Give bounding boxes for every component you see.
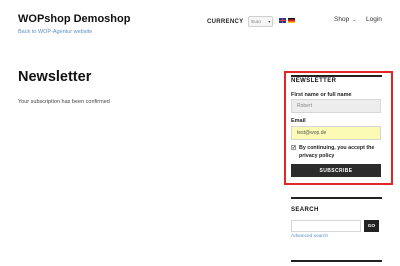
consent-checkbox[interactable]: ✔ xyxy=(291,145,296,150)
newsletter-widget-title: NEWSLETTER xyxy=(291,78,337,84)
chevron-down-icon: ▾ xyxy=(268,19,271,24)
search-widget-title: SEARCH xyxy=(291,207,319,213)
currency-select[interactable]: Euro ▾ xyxy=(248,16,274,27)
widget-divider xyxy=(291,197,382,199)
currency-switcher: CURRENCY Euro ▾ xyxy=(207,16,274,27)
widget-divider xyxy=(291,75,382,77)
subscribe-button[interactable]: SUBSCRIBE xyxy=(291,164,381,177)
en-flag-icon[interactable] xyxy=(279,18,286,23)
back-to-agency-link[interactable]: Back to WOP-Agentur website xyxy=(18,29,92,35)
currency-label: CURRENCY xyxy=(207,18,244,25)
email-field-label: Email xyxy=(291,118,306,124)
nav-shop[interactable]: Shop ⌄ xyxy=(334,16,356,23)
currency-value: Euro xyxy=(251,19,261,24)
confirmation-message: Your subscription has been confirmed xyxy=(18,99,110,105)
advanced-search-link[interactable]: Advanced search xyxy=(291,234,328,239)
name-field-label: First name or full name xyxy=(291,92,352,98)
page-title: Newsletter xyxy=(18,69,92,85)
search-go-button[interactable]: GO xyxy=(364,220,379,232)
nav-login[interactable]: Login xyxy=(366,16,382,23)
chevron-down-icon: ⌄ xyxy=(352,16,357,23)
nav-shop-label: Shop xyxy=(334,16,350,23)
email-field[interactable]: test@wop.de xyxy=(291,126,381,140)
consent-label: By continuing, you accept the privacy po… xyxy=(299,145,375,159)
name-field[interactable]: Robert xyxy=(291,99,381,113)
search-input[interactable] xyxy=(291,220,361,232)
de-flag-icon[interactable] xyxy=(288,18,295,23)
site-title[interactable]: WOPshop Demoshop xyxy=(18,13,130,25)
widget-divider xyxy=(291,260,382,262)
